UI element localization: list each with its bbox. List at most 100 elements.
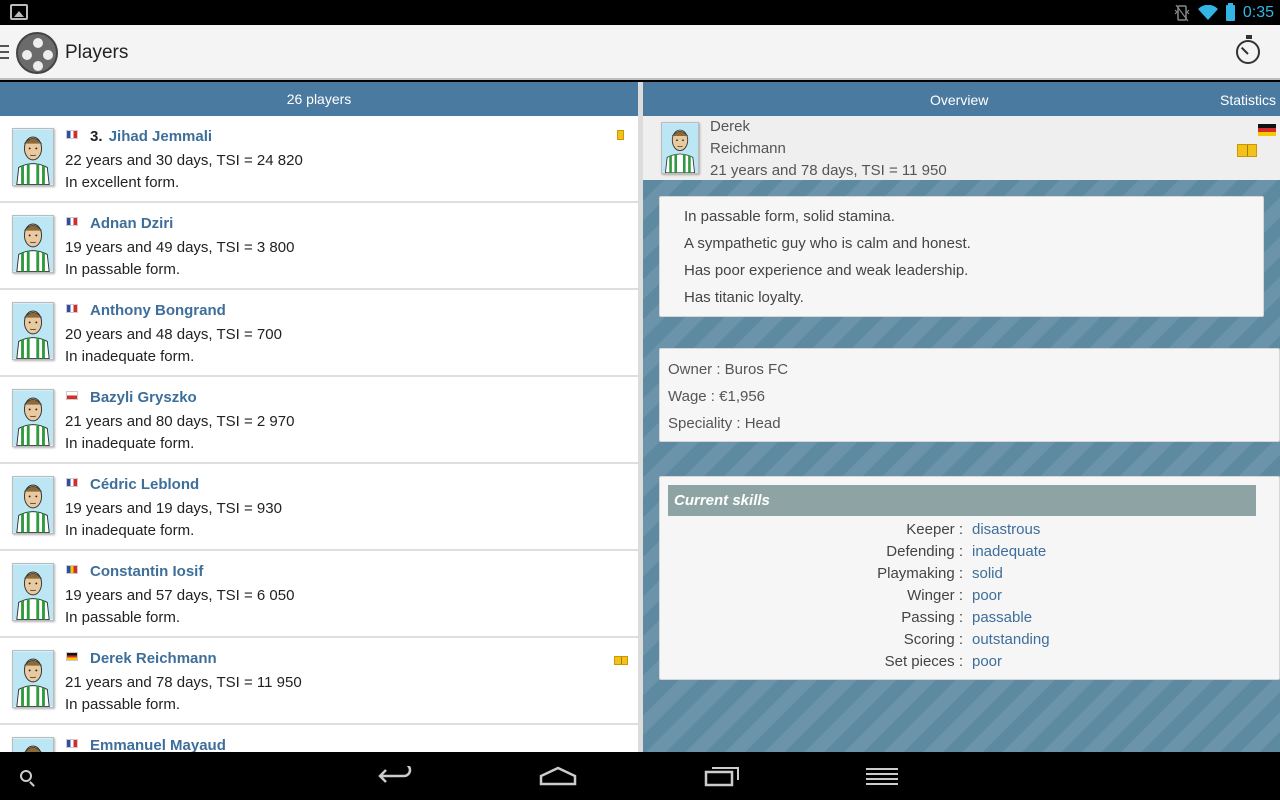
player-name[interactable]: Adnan Dziri [90,215,173,232]
search-icon[interactable] [14,752,38,800]
skills-title: Current skills [668,485,1256,516]
skill-value[interactable]: poor [972,587,1002,604]
flag-icon [66,565,78,574]
player-form: In inadequate form. [65,522,195,539]
skills-card: Current skills Keeper : disastrous Defen… [659,476,1280,680]
app-logo-football-icon[interactable] [16,32,58,74]
player-avatar-icon [12,650,54,708]
skill-row: Set pieces : poor [660,653,1280,675]
player-avatar-icon [12,737,54,752]
description-line: A sympathetic guy who is calm and honest… [684,235,971,252]
skill-label: Passing : [901,609,963,626]
skill-row: Scoring : outstanding [660,631,1280,653]
player-form: In passable form. [65,696,181,713]
system-nav-bar [0,752,1280,800]
player-detail-header: Derek Reichmann 21 years and 78 days, TS… [643,116,1280,180]
skill-value[interactable]: outstanding [972,631,1050,648]
player-row[interactable]: Emmanuel Mayaud [0,725,638,752]
player-first-name: Derek [710,118,751,135]
player-description-card: In passable form, solid stamina. A sympa… [659,196,1264,317]
app-title: Players [65,42,129,63]
gallery-notification-icon [10,4,28,20]
description-line: In passable form, solid stamina. [684,208,895,225]
drawer-toggle-icon[interactable] [0,45,9,59]
player-contract-card: Owner : Buros FC Wage : €1,956 Specialit… [659,348,1280,442]
detail-tabs: Overview Statistics [643,82,1280,116]
player-number: 3. [90,128,103,145]
skill-label: Playmaking : [877,565,963,582]
description-line: Has poor experience and weak leadership. [684,262,969,279]
wifi-icon [1197,4,1218,21]
menu-icon[interactable] [860,752,904,800]
flag-icon [66,304,78,313]
stopwatch-icon[interactable] [1236,35,1260,64]
player-name[interactable]: Cédric Leblond [90,476,199,493]
player-list[interactable]: 3. Jihad Jemmali 22 years and 30 days, T… [0,116,638,752]
skill-row: Keeper : disastrous [660,521,1280,543]
player-row[interactable]: Bazyli Gryszko 21 years and 80 days, TSI… [0,377,638,464]
player-name[interactable]: Derek Reichmann [90,650,217,667]
player-name[interactable]: Bazyli Gryszko [90,389,197,406]
book-icon [614,656,628,665]
player-row[interactable]: Anthony Bongrand 20 years and 48 days, T… [0,290,638,377]
status-bar: 0:35 [0,0,1280,25]
player-form: In inadequate form. [65,348,195,365]
player-row[interactable]: 3. Jihad Jemmali 22 years and 30 days, T… [0,116,638,203]
yellow-card-icon [617,130,624,140]
player-age-tsi: 19 years and 57 days, TSI = 6 050 [65,587,295,604]
player-avatar-icon [12,302,54,360]
skill-label: Scoring : [903,631,963,648]
player-avatar-icon [12,476,54,534]
owner-text: Owner : Buros FC [668,361,789,378]
vibrate-icon [1174,4,1190,22]
skill-value[interactable]: passable [972,609,1032,626]
skill-row: Passing : passable [660,609,1280,631]
skill-label: Keeper : [906,521,963,538]
player-avatar-icon [12,389,54,447]
german-flag-icon [1258,124,1276,136]
player-name[interactable]: Constantin Iosif [90,563,203,580]
player-list-pane: 26 players 3. Jihad Jemmali 22 years and… [0,82,638,752]
player-row[interactable]: Adnan Dziri 19 years and 49 days, TSI = … [0,203,638,290]
skill-value[interactable]: poor [972,653,1002,670]
player-name[interactable]: Emmanuel Mayaud [90,737,226,752]
flag-icon [66,130,78,139]
player-form: In inadequate form. [65,435,195,452]
recent-apps-icon[interactable] [700,752,744,800]
flag-icon [66,652,78,661]
home-icon[interactable] [536,752,580,800]
skill-label: Set pieces : [884,653,963,670]
flag-icon [66,478,78,487]
flag-icon [66,391,78,400]
skill-row: Playmaking : solid [660,565,1280,587]
skill-value[interactable]: inadequate [972,543,1046,560]
player-age-tsi: 21 years and 80 days, TSI = 2 970 [65,413,295,430]
back-icon[interactable] [374,752,418,800]
skill-value[interactable]: disastrous [972,521,1040,538]
player-detail-pane: Overview Statistics Derek Reichmann 21 y… [643,82,1280,752]
skill-value[interactable]: solid [972,565,1003,582]
player-age-tsi: 19 years and 49 days, TSI = 3 800 [65,239,295,256]
flag-icon [66,217,78,226]
wage-text: Wage : €1,956 [668,388,766,405]
player-count-header: 26 players [0,82,638,116]
player-age-tsi: 21 years and 78 days, TSI = 11 950 [710,162,947,179]
flag-icon [66,739,78,748]
player-form: In passable form. [65,261,181,278]
player-form: In excellent form. [65,174,180,191]
book-icon [1237,144,1257,157]
player-age-tsi: 20 years and 48 days, TSI = 700 [65,326,282,343]
battery-icon [1225,2,1235,21]
player-row[interactable]: Derek Reichmann 21 years and 78 days, TS… [0,638,638,725]
skill-row: Winger : poor [660,587,1280,609]
player-avatar-icon [661,122,699,174]
skill-label: Defending : [886,543,963,560]
player-name[interactable]: 3. Jihad Jemmali [90,128,212,145]
player-avatar-icon [12,128,54,186]
player-row[interactable]: Constantin Iosif 19 years and 57 days, T… [0,551,638,638]
player-name[interactable]: Anthony Bongrand [90,302,226,319]
player-last-name: Reichmann [710,140,786,157]
tab-statistics[interactable]: Statistics [1220,92,1276,108]
player-row[interactable]: Cédric Leblond 19 years and 19 days, TSI… [0,464,638,551]
tab-overview[interactable]: Overview [930,92,988,108]
